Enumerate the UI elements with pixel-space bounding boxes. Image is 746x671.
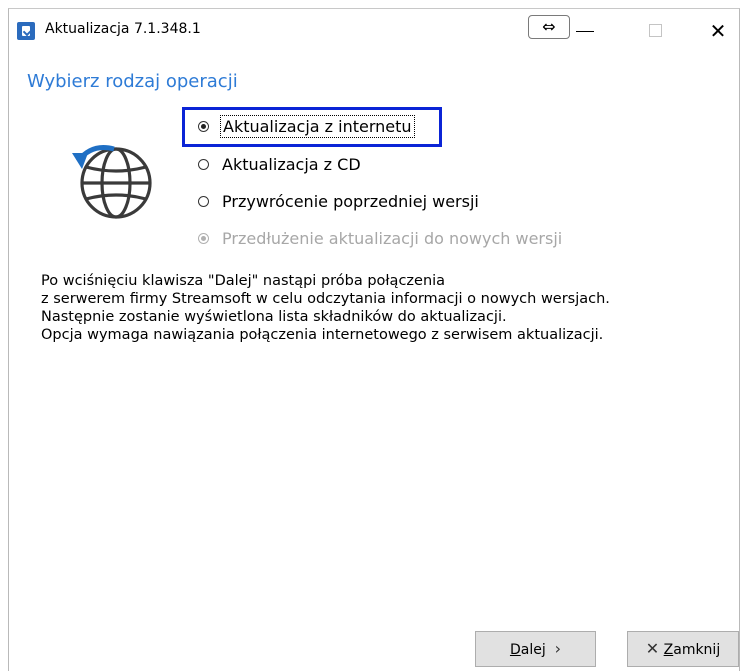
option-label: Aktualizacja z CD: [222, 155, 361, 174]
globe-refresh-icon: [72, 145, 152, 219]
page-heading: Wybierz rodzaj operacji: [27, 71, 238, 92]
minimize-icon: [576, 31, 594, 32]
option-internet-update[interactable]: Aktualizacja z internetu: [182, 107, 442, 147]
radio-restore-previous[interactable]: [198, 196, 209, 207]
description-line: Po wciśnięciu klawisza "Dalej" nastąpi p…: [41, 273, 446, 289]
close-label: amknij: [673, 642, 721, 658]
option-label: Przedłużenie aktualizacji do nowych wers…: [222, 229, 563, 248]
next-button[interactable]: Dalej ›: [475, 631, 596, 667]
operation-description: Po wciśnięciu klawisza "Dalej" nastąpi p…: [41, 272, 610, 344]
radio-internet-update[interactable]: [198, 121, 209, 132]
next-label: alej: [520, 642, 546, 658]
window-title: Aktualizacja 7.1.348.1: [45, 21, 201, 37]
title-bar[interactable]: Aktualizacja 7.1.348.1 ⇔ ✕: [9, 9, 739, 53]
description-line: Opcja wymaga nawiązania połączenia inter…: [41, 327, 604, 343]
description-line: z serwerem firmy Streamsoft w celu odczy…: [41, 291, 610, 307]
close-mnemonic: Z: [663, 642, 674, 658]
close-button[interactable]: ✕ Zamknij: [627, 631, 739, 667]
next-mnemonic: D: [509, 642, 521, 658]
radio-extend-updates: [198, 233, 209, 244]
option-label: Aktualizacja z internetu: [220, 115, 415, 138]
update-app-icon: [17, 22, 35, 40]
maximize-button: [632, 9, 678, 53]
chevron-right-icon: ›: [554, 639, 562, 658]
maximize-icon: [649, 24, 662, 37]
minimize-button[interactable]: [562, 9, 608, 53]
update-dialog-window: Aktualizacja 7.1.348.1 ⇔ ✕ Wybierz rodza…: [8, 8, 740, 671]
description-line: Następnie zostanie wyświetlona lista skł…: [41, 309, 507, 325]
close-window-button[interactable]: ✕: [695, 9, 741, 53]
radio-cd-update[interactable]: [198, 159, 209, 170]
close-icon: ✕: [645, 639, 660, 658]
option-label: Przywrócenie poprzedniej wersji: [222, 192, 479, 211]
